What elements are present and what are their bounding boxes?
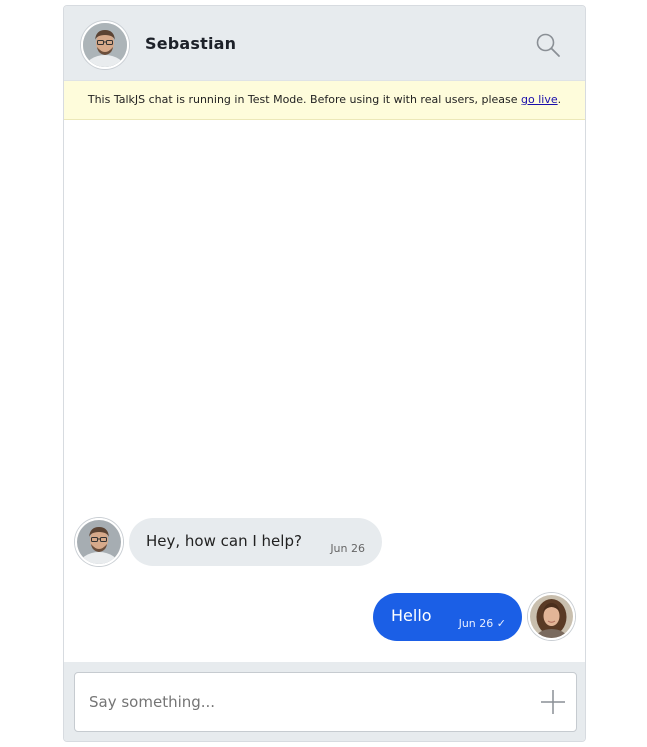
own-avatar-image (530, 595, 573, 638)
message-bubble-outgoing[interactable]: Hello Jun 26 ✓ (373, 593, 522, 641)
chat-window: Sebastian This TalkJS chat is running in… (63, 5, 586, 742)
checkmark-icon: ✓ (496, 617, 506, 630)
go-live-link[interactable]: go live (521, 93, 558, 106)
search-button[interactable] (535, 32, 561, 58)
plus-icon (541, 690, 565, 714)
message-bubble-incoming[interactable]: Hey, how can I help? Jun 26 (129, 518, 382, 566)
message-timestamp: Jun 26 (458, 617, 494, 630)
test-mode-banner: This TalkJS chat is running in Test Mode… (64, 81, 585, 120)
message-timestamp: Jun 26 (330, 542, 365, 555)
sender-avatar-image (77, 520, 121, 564)
contact-name: Sebastian (145, 34, 237, 53)
message-timestamp-status: Jun 26 ✓ (459, 617, 506, 630)
search-icon (536, 33, 560, 57)
contact-avatar-image (83, 23, 127, 67)
message-input-box[interactable] (74, 672, 577, 732)
message-list[interactable]: Hey, how can I help? Jun 26 Hello Jun 26… (64, 120, 585, 662)
composer (64, 662, 585, 741)
test-mode-suffix: . (557, 93, 562, 106)
own-avatar[interactable] (528, 593, 575, 640)
attach-button[interactable] (540, 689, 566, 715)
message-text: Hey, how can I help? (146, 532, 302, 550)
chat-header: Sebastian (64, 6, 585, 81)
message-text: Hello (391, 606, 432, 625)
sender-avatar[interactable] (75, 518, 123, 566)
contact-avatar[interactable] (81, 21, 129, 69)
message-input[interactable] (87, 683, 521, 721)
test-mode-text: This TalkJS chat is running in Test Mode… (87, 93, 522, 106)
